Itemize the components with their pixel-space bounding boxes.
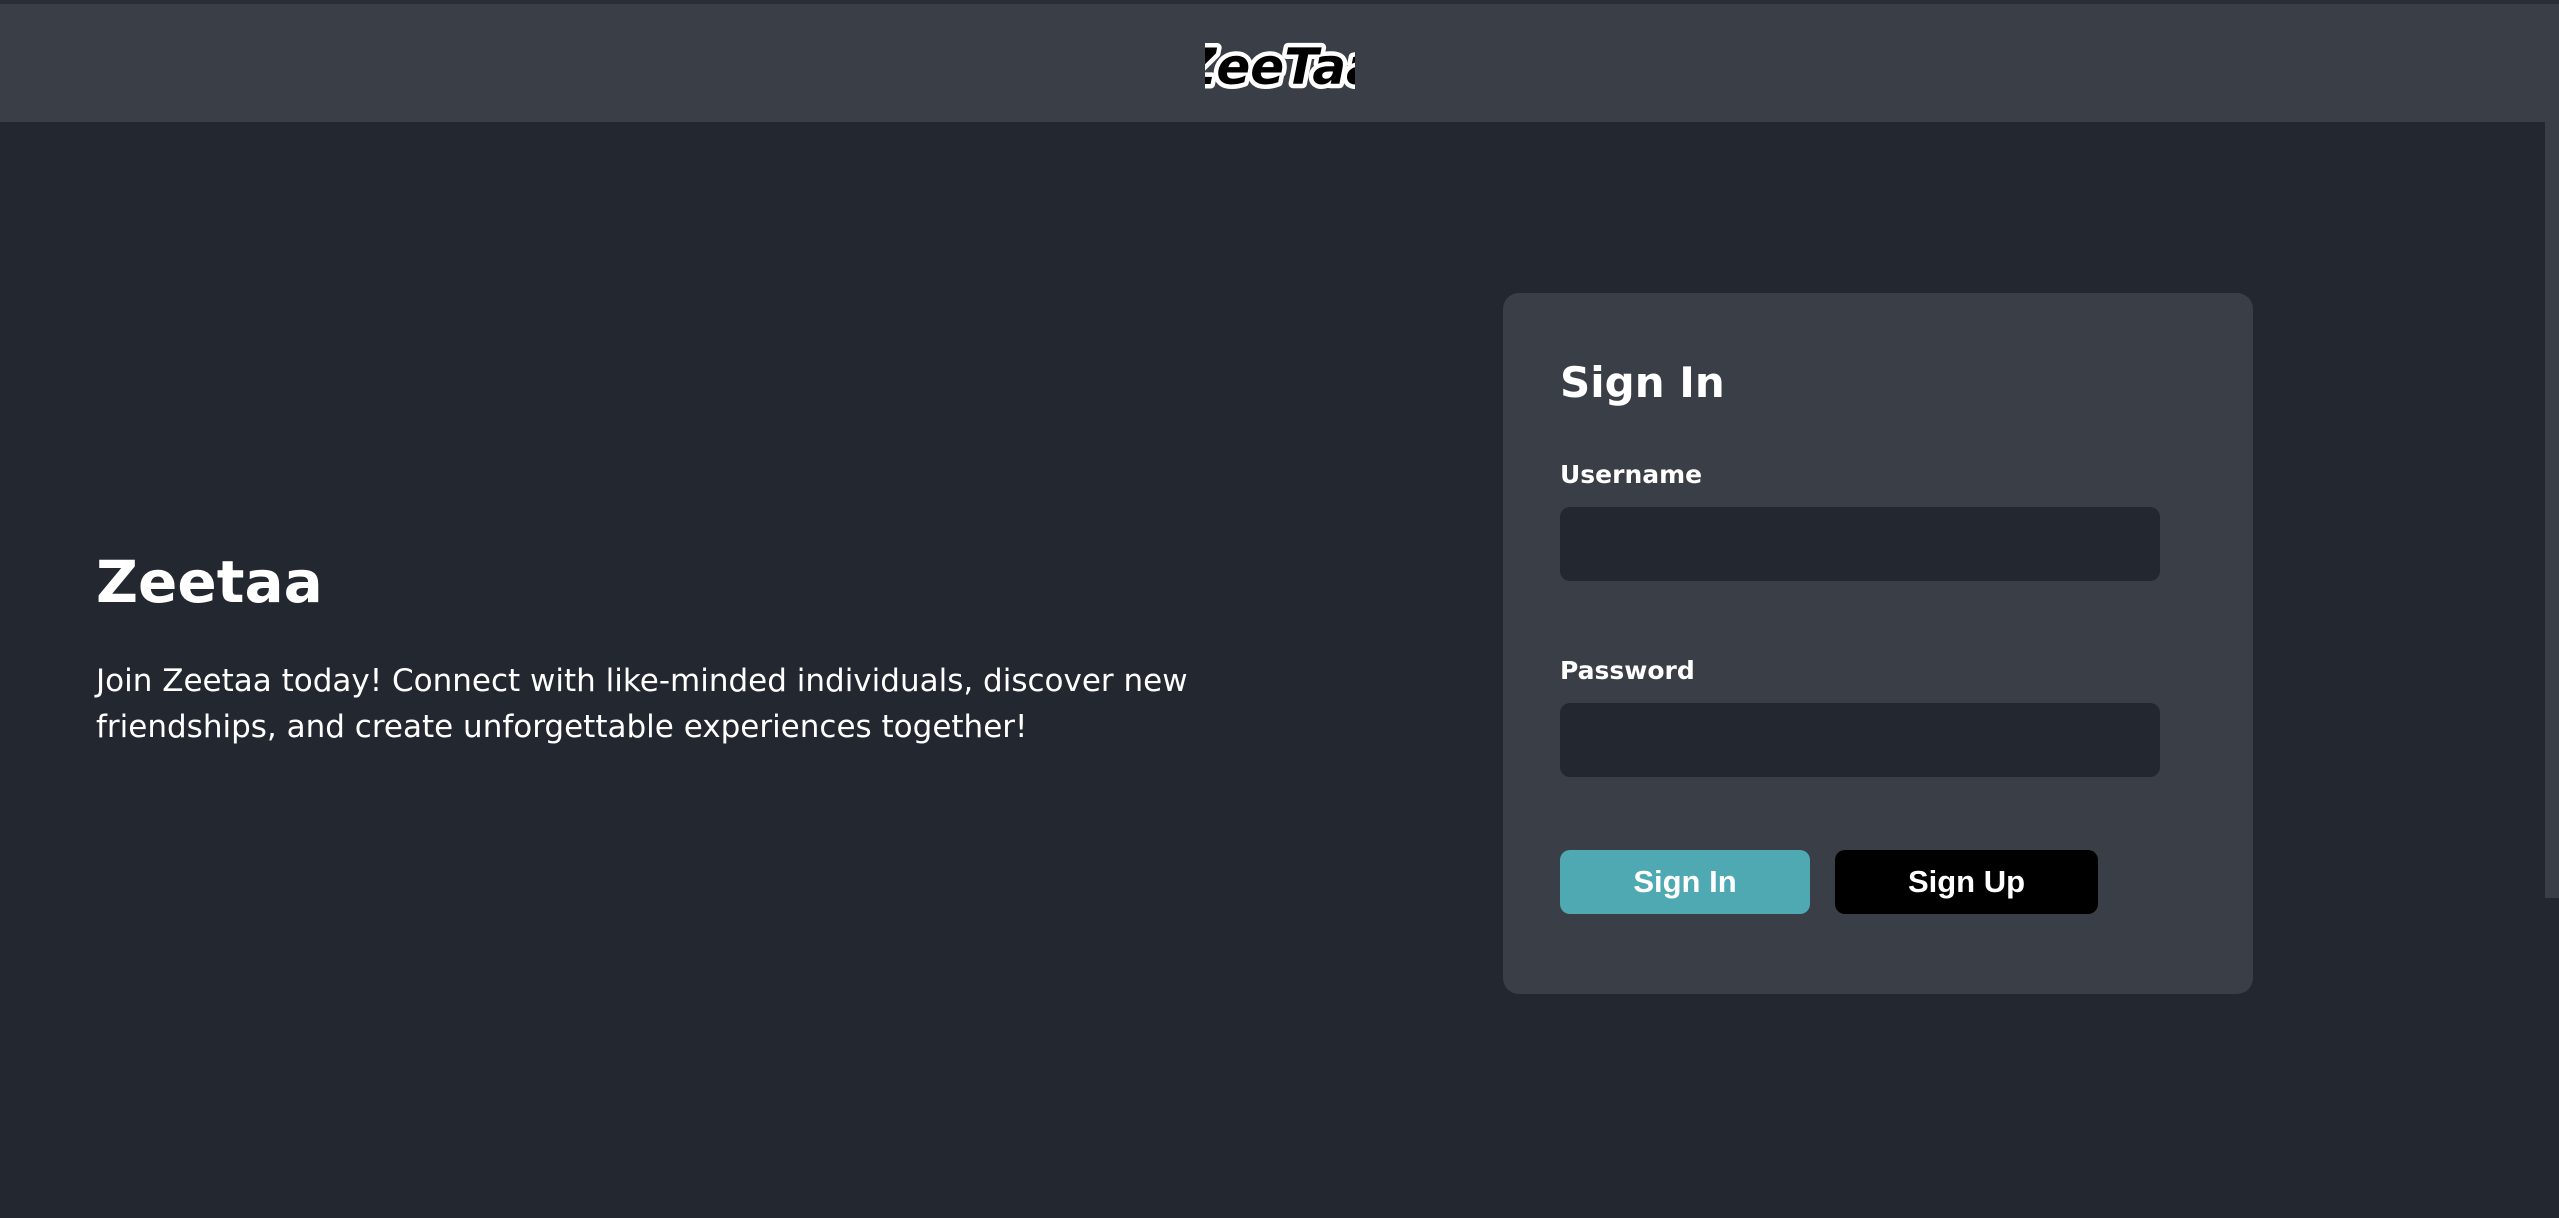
top-header: ZeeTaa: [0, 4, 2559, 122]
zeetaa-logo[interactable]: ZeeTaa: [1205, 32, 1355, 101]
signin-card: Sign In Username Password Sign In Sign U…: [1503, 293, 2253, 994]
password-input[interactable]: [1560, 703, 2160, 777]
username-label: Username: [1560, 460, 1703, 489]
signin-button[interactable]: Sign In: [1560, 850, 1810, 914]
logo-text: ZeeTaa: [1205, 38, 1355, 96]
signup-button[interactable]: Sign Up: [1835, 850, 2098, 914]
password-label: Password: [1560, 656, 1695, 685]
signin-title: Sign In: [1560, 358, 1725, 407]
scrollbar[interactable]: [2545, 122, 2559, 898]
logo-wordmark: ZeeTaa: [1205, 34, 1355, 101]
hero-title: Zeetaa: [96, 548, 323, 616]
username-input[interactable]: [1560, 507, 2160, 581]
hero-description: Join Zeetaa today! Connect with like-min…: [96, 663, 1188, 745]
hero-section: Zeetaa Join Zeetaa today! Connect with l…: [96, 540, 1296, 750]
